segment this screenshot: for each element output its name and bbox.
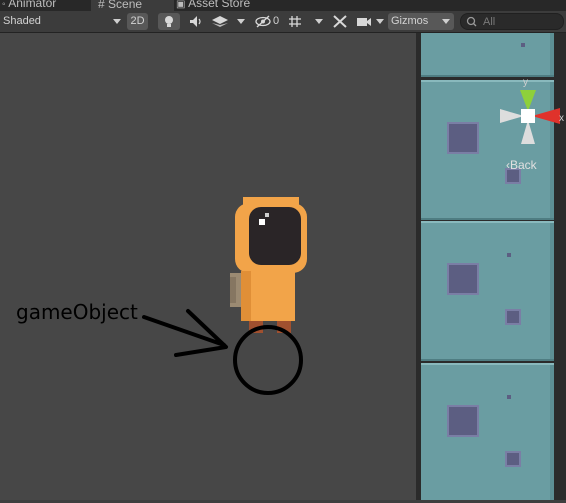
chevron-down-icon — [376, 19, 384, 24]
x-axis-label: x — [559, 113, 564, 124]
tools-icon — [333, 15, 347, 28]
scene-viewport[interactable]: gameObject y x ‹Back — [0, 33, 566, 503]
2d-toggle-button[interactable]: 2D — [127, 13, 148, 30]
layers-icon — [212, 16, 228, 27]
speaker-icon — [190, 16, 201, 27]
annotation-label: gameObject — [16, 300, 138, 324]
visor — [249, 207, 301, 265]
gizmos-dropdown[interactable]: Gizmos — [388, 13, 454, 30]
draw-mode-dropdown[interactable]: Shaded — [3, 13, 123, 30]
highlight-circle — [233, 325, 303, 395]
visor-glint — [259, 219, 265, 225]
window-tabs: ◦ Animator # Scene ▣ Asset Store — [0, 0, 566, 11]
tile-block-small — [505, 451, 521, 467]
lightbulb-icon — [165, 16, 173, 27]
hidden-eye-icon — [255, 15, 271, 28]
tile-edge — [550, 33, 554, 75]
search-placeholder: All — [483, 16, 496, 28]
tile-edge — [550, 365, 554, 501]
tile-dot — [521, 43, 525, 47]
arrow-head — [174, 309, 228, 357]
neg-x-cone[interactable] — [500, 109, 524, 123]
tab-scene[interactable]: # Scene — [91, 0, 174, 11]
tab-asset-store[interactable]: ▣ Asset Store — [176, 0, 250, 11]
camera-dropdown[interactable] — [354, 13, 386, 30]
store-icon: ▣ — [176, 0, 186, 10]
x-axis-cone[interactable] — [532, 108, 560, 124]
chevron-down-icon — [113, 19, 121, 24]
tab-asset-store-label: Asset Store — [188, 0, 251, 10]
animator-icon: ◦ — [2, 0, 6, 10]
grid-snapping-dropdown[interactable] — [286, 13, 326, 30]
lighting-toggle-button[interactable] — [158, 13, 180, 30]
chevron-down-icon — [315, 19, 323, 24]
y-axis-label: y — [523, 77, 528, 88]
effects-dropdown[interactable] — [208, 13, 250, 30]
tile-block — [447, 263, 479, 295]
tile-edge — [550, 223, 554, 359]
chevron-down-icon — [237, 19, 245, 24]
helmet-top — [243, 197, 299, 205]
tab-animator-label: Animator — [8, 0, 57, 10]
grid-icon — [289, 16, 301, 27]
gizmos-label: Gizmos — [391, 15, 429, 27]
orientation-gizmo[interactable]: y x — [496, 76, 566, 146]
annotation-drawing — [142, 309, 303, 395]
visor-glint-small — [265, 213, 269, 217]
search-icon — [466, 16, 477, 27]
gizmo-center-cube[interactable] — [521, 109, 535, 123]
y-axis-cone[interactable] — [520, 90, 536, 111]
scene-visibility-toggle[interactable]: 0 — [254, 13, 284, 30]
tile-dot — [507, 253, 511, 257]
tile-dot — [507, 395, 511, 399]
tile — [421, 33, 554, 77]
hash-icon: # — [98, 0, 105, 11]
2d-label: 2D — [130, 15, 145, 27]
camera-icon — [357, 18, 371, 26]
tile-block — [447, 122, 479, 154]
back-view-label[interactable]: ‹Back — [506, 158, 537, 172]
draw-mode-value: Shaded — [3, 15, 41, 27]
hidden-count: 0 — [273, 15, 280, 27]
audio-toggle-button[interactable] — [184, 13, 206, 30]
tile-block — [447, 405, 479, 437]
neg-y-cone[interactable] — [521, 120, 535, 144]
scene-search-box[interactable]: All — [460, 13, 564, 30]
tab-scene-label: Scene — [108, 0, 143, 11]
tile-block-small — [505, 309, 521, 325]
tab-animator[interactable]: ◦ Animator — [2, 0, 56, 11]
chevron-down-icon — [442, 19, 450, 24]
tools-button[interactable] — [330, 13, 350, 30]
